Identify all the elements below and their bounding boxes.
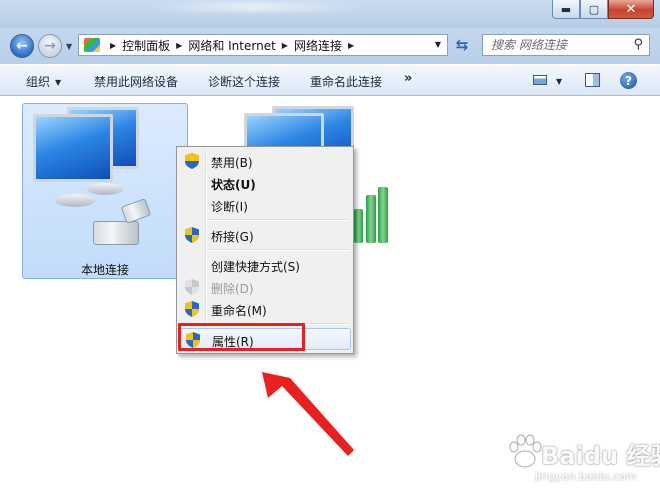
menu-item-label: 诊断(I) — [211, 200, 248, 214]
menu-item-create-shortcut[interactable]: 创建快捷方式(S) — [179, 254, 351, 276]
view-dropdown-icon[interactable]: ▼ — [556, 77, 562, 86]
ethernet-plug-icon — [93, 221, 139, 245]
signal-strength-icon — [366, 195, 376, 243]
back-button[interactable]: ← — [10, 34, 34, 58]
refresh-icon: ⇆ — [455, 36, 469, 54]
menu-item-label: 重命名(M) — [211, 304, 267, 318]
search-icon[interactable]: ⚲ — [633, 37, 643, 52]
address-row: ← → ▼ ▶ 控制面板 ▶ 网络和 Internet ▶ 网络连接 ▶ ▼ ⇆… — [0, 28, 660, 64]
menu-item-delete: 删除(D) — [179, 276, 351, 298]
diagnose-connection-label: 诊断这个连接 — [208, 75, 281, 89]
minimize-button[interactable]: ▬ — [552, 0, 580, 19]
arrow-left-icon: ← — [16, 38, 28, 54]
breadcrumb-network-internet[interactable]: 网络和 Internet — [188, 37, 275, 54]
search-input[interactable] — [491, 38, 621, 52]
arrow-right-icon: → — [44, 38, 56, 54]
rename-connection-label: 重命名此连接 — [310, 75, 383, 89]
preview-pane-icon[interactable] — [585, 73, 600, 87]
diagnose-connection-button[interactable]: 诊断这个连接 — [208, 73, 280, 90]
menu-item-label: 创建快捷方式(S) — [211, 260, 300, 274]
refresh-button[interactable]: ⇆ — [452, 35, 472, 55]
minimize-icon: ▬ — [560, 2, 572, 16]
chevron-right-icon[interactable]: ▶ — [110, 41, 116, 50]
disable-device-button[interactable]: 禁用此网络设备 — [94, 73, 178, 90]
control-panel-icon — [84, 38, 100, 52]
breadcrumb-control-panel[interactable]: 控制面板 — [122, 37, 170, 54]
close-button[interactable]: ✕ — [608, 0, 654, 19]
organize-button[interactable]: 组织 ▼ — [26, 73, 61, 90]
menu-item-label: 删除(D) — [211, 282, 254, 296]
connection-item-local[interactable]: 本地连接 — [22, 103, 188, 279]
breadcrumb-network-connections[interactable]: 网络连接 — [294, 37, 342, 54]
connection-label: 本地连接 — [80, 263, 129, 277]
rename-connection-button[interactable]: 重命名此连接 — [310, 73, 382, 90]
command-bar: 组织 ▼ 禁用此网络设备 诊断这个连接 重命名此连接 » ▼ ? — [0, 64, 660, 96]
menu-item-diagnose[interactable]: 诊断(I) — [179, 194, 351, 216]
chevron-right-icon[interactable]: ▶ — [176, 41, 182, 50]
menu-separator — [207, 219, 349, 221]
watermark-text: Baidu 经验 — [541, 442, 660, 470]
chevron-right-icon[interactable]: ▶ — [282, 41, 288, 50]
disable-device-label: 禁用此网络设备 — [94, 75, 179, 89]
menu-item-disable[interactable]: 禁用(B) — [179, 150, 351, 172]
search-box[interactable]: ⚲ — [482, 34, 650, 56]
watermark-subtext: jingyan.baidu.com — [535, 470, 637, 483]
uac-shield-icon — [185, 153, 199, 169]
title-text-blurred — [140, 2, 370, 12]
menu-item-bridge[interactable]: 桥接(G) — [179, 224, 351, 246]
forward-button[interactable]: → — [38, 34, 62, 58]
uac-shield-icon — [185, 301, 199, 317]
title-bar: ▬ ▢ ✕ — [0, 0, 660, 28]
menu-item-label: 禁用(B) — [211, 156, 253, 170]
chevron-right-icon[interactable]: ▶ — [348, 41, 354, 50]
help-icon[interactable]: ? — [620, 72, 637, 89]
uac-shield-icon — [185, 227, 199, 243]
address-bar[interactable]: ▶ 控制面板 ▶ 网络和 Internet ▶ 网络连接 ▶ ▼ — [78, 34, 448, 56]
menu-item-status[interactable]: 状态(U) — [179, 172, 351, 194]
menu-item-rename[interactable]: 重命名(M) — [179, 298, 351, 320]
menu-item-label: 桥接(G) — [211, 230, 254, 244]
recent-pages-dropdown[interactable]: ▼ — [66, 42, 72, 51]
maximize-icon: ▢ — [588, 2, 600, 16]
address-dropdown-icon[interactable]: ▼ — [435, 40, 441, 49]
menu-separator — [207, 249, 349, 251]
close-icon: ✕ — [625, 1, 637, 17]
baidu-watermark: Baidu 经验 jingyan.baidu.com — [505, 430, 660, 494]
ethernet-plug-icon — [120, 198, 152, 224]
annotation-highlight-box — [178, 323, 305, 351]
maximize-button[interactable]: ▢ — [580, 0, 608, 19]
change-view-icon[interactable] — [533, 75, 547, 85]
more-commands-button[interactable]: » — [404, 71, 412, 86]
signal-strength-icon — [354, 209, 363, 243]
uac-shield-icon — [185, 279, 199, 295]
window-controls: ▬ ▢ ✕ — [552, 0, 654, 19]
organize-label: 组织 — [26, 75, 51, 89]
chevron-down-icon: ▼ — [55, 78, 62, 87]
menu-item-label: 状态(U) — [211, 178, 256, 192]
signal-strength-icon — [378, 187, 388, 243]
paw-logo-icon — [509, 434, 542, 468]
